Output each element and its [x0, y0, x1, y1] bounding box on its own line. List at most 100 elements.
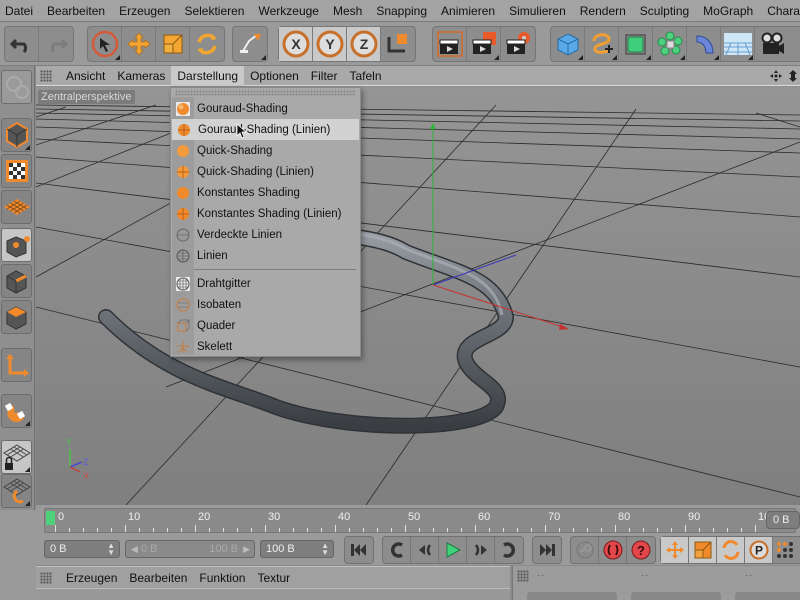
keyframe-selection-button[interactable] [571, 537, 599, 563]
live-selection-button[interactable] [88, 27, 122, 61]
range-left-arrow-icon[interactable]: ◀ [131, 544, 138, 554]
dropdown-tearoff-grip[interactable] [175, 90, 356, 96]
panel-grip[interactable] [40, 69, 52, 82]
mograph-cloner-button[interactable] [653, 27, 687, 61]
next-key-button[interactable] [495, 537, 523, 563]
3d-viewport[interactable]: Y Z X Zentralperspektive [36, 87, 800, 505]
menu-rendern[interactable]: Rendern [573, 4, 633, 18]
menu-item-box[interactable]: Quader [171, 315, 360, 336]
menu-item-constant-shading-lines[interactable]: Konstantes Shading (Linien) [171, 203, 360, 224]
menu-charakter[interactable]: Charakt [760, 4, 800, 18]
nurbs-button[interactable] [619, 27, 653, 61]
z-axis-button[interactable]: Z [347, 27, 381, 61]
viewport-menu-filter[interactable]: Filter [305, 66, 344, 86]
key-pla-button[interactable] [773, 537, 797, 563]
prev-frame-button[interactable] [411, 537, 439, 563]
scale-button[interactable] [156, 27, 190, 61]
workplane-lock-button[interactable] [1, 440, 32, 474]
menu-mesh[interactable]: Mesh [326, 4, 369, 18]
coordinate-system-button[interactable] [381, 27, 415, 61]
model-mode-button[interactable] [1, 118, 32, 152]
timeline-ruler[interactable]: 0102030405060708090100 [44, 508, 796, 533]
last-tool-button[interactable] [233, 27, 267, 61]
menu-animieren[interactable]: Animieren [434, 4, 502, 18]
stepper-icon[interactable]: ▲ ▼ [321, 542, 329, 557]
dolly-view-icon[interactable] [788, 70, 798, 82]
edges-mode-button[interactable] [1, 264, 32, 298]
goto-end-button[interactable] [533, 537, 561, 563]
render-picture-viewer-button[interactable] [467, 27, 501, 61]
cube-button[interactable] [551, 27, 585, 61]
render-settings-button[interactable] [501, 27, 535, 61]
x-axis-button[interactable]: X [279, 27, 313, 61]
menu-item-quick-shading[interactable]: Quick-Shading [171, 140, 360, 161]
redo-button[interactable] [39, 27, 73, 61]
menu-datei[interactable]: Datei [0, 4, 40, 18]
axis-mode-button[interactable] [1, 348, 32, 382]
autokey-button[interactable]: ? [627, 537, 655, 563]
material-menu-funktion[interactable]: Funktion [193, 571, 251, 585]
menu-sculpting[interactable]: Sculpting [633, 4, 696, 18]
panel-grip[interactable] [40, 571, 52, 584]
menu-item-wireframe[interactable]: Drahtgitter [171, 273, 360, 294]
workplane-align-button[interactable] [1, 474, 32, 508]
play-button[interactable] [439, 537, 467, 563]
pan-view-icon[interactable] [770, 70, 782, 82]
floor-button[interactable] [721, 27, 755, 61]
menu-item-gouraud-shading[interactable]: Gouraud-Shading [171, 98, 360, 119]
panel-grip[interactable] [517, 570, 529, 582]
menu-item-hidden-lines[interactable]: Verdeckte Linien [171, 224, 360, 245]
deformer-button[interactable] [687, 27, 721, 61]
points-mode-button[interactable] [1, 228, 32, 262]
menu-item-gouraud-shading-lines[interactable]: Gouraud-Shading (Linien) [172, 119, 359, 140]
polygons-mode-button[interactable] [1, 300, 32, 334]
start-frame-field[interactable]: 0 B ▲ ▼ [44, 540, 120, 558]
h-field[interactable] [735, 592, 800, 600]
menu-mograph[interactable]: MoGraph [696, 4, 760, 18]
prev-key-button[interactable] [383, 537, 411, 563]
undo-button[interactable] [5, 27, 39, 61]
menu-item-quick-shading-lines[interactable]: Quick-Shading (Linien) [171, 161, 360, 182]
menu-item-lines[interactable]: Linien [171, 245, 360, 266]
viewport-menu-ansicht[interactable]: Ansicht [60, 66, 111, 86]
camera-button[interactable] [755, 27, 789, 61]
menu-snapping[interactable]: Snapping [369, 4, 434, 18]
material-menu-bearbeiten[interactable]: Bearbeiten [123, 571, 193, 585]
end-frame-field[interactable]: 100 B ▲ ▼ [260, 540, 334, 558]
menu-item-constant-shading[interactable]: Konstantes Shading [171, 182, 360, 203]
material-menu-erzeugen[interactable]: Erzeugen [60, 571, 123, 585]
current-frame-field[interactable]: 0 B [766, 511, 800, 529]
render-view-button[interactable] [433, 27, 467, 61]
snapping-magnet-button[interactable] [1, 394, 32, 428]
material-menu-textur[interactable]: Textur [251, 571, 296, 585]
viewport-menu-kameras[interactable]: Kameras [111, 66, 171, 86]
convert-object-button[interactable] [1, 70, 32, 104]
viewport-menu-optionen[interactable]: Optionen [244, 66, 305, 86]
next-frame-button[interactable] [467, 537, 495, 563]
key-parameter-button[interactable]: P [745, 537, 773, 563]
menu-bearbeiten[interactable]: Bearbeiten [40, 4, 112, 18]
menu-item-skeleton[interactable]: Skelett [171, 336, 360, 357]
viewport-menu-darstellung[interactable]: Darstellung [171, 65, 245, 86]
preview-range-slider[interactable]: ◀ 0 B 100 B ▶ [125, 540, 255, 558]
y-field[interactable] [631, 592, 721, 600]
timeline-current-frame-marker[interactable] [46, 511, 55, 525]
record-button[interactable] [599, 537, 627, 563]
stepper-icon[interactable]: ▲ ▼ [107, 542, 115, 557]
menu-selektieren[interactable]: Selektieren [177, 4, 251, 18]
rotate-button[interactable] [190, 27, 224, 61]
range-right-arrow-icon[interactable]: ▶ [243, 541, 250, 557]
material-manager-body[interactable] [36, 588, 510, 600]
menu-erzeugen[interactable]: Erzeugen [112, 4, 177, 18]
x-field[interactable] [527, 592, 617, 600]
goto-start-button[interactable] [345, 537, 373, 563]
workplane-mode-button[interactable] [1, 190, 32, 224]
key-position-button[interactable] [661, 537, 689, 563]
menu-item-isoparms[interactable]: Isobaten [171, 294, 360, 315]
y-axis-button[interactable]: Y [313, 27, 347, 61]
move-button[interactable] [122, 27, 156, 61]
menu-werkzeuge[interactable]: Werkzeuge [251, 4, 325, 18]
key-rotation-button[interactable] [717, 537, 745, 563]
spline-pen-button[interactable] [585, 27, 619, 61]
viewport-menu-tafeln[interactable]: Tafeln [343, 66, 387, 86]
